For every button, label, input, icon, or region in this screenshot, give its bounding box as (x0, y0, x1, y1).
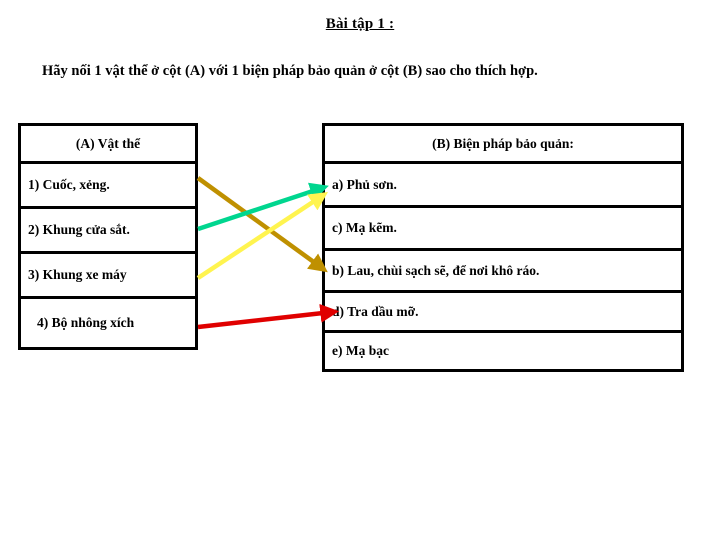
exercise-instructions: Hãy nối 1 vật thể ở cột (A) với 1 biện p… (42, 63, 538, 79)
connector-4-to-d (197, 303, 340, 330)
worksheet-canvas: Bài tập 1 : Hãy nối 1 vật thể ở cột (A) … (0, 0, 720, 540)
column-a-table: (A) Vật thể 1) Cuốc, xẻng. 2) Khung cửa … (18, 123, 198, 350)
column-b-item-e[interactable]: e) Mạ bạc (325, 333, 681, 369)
column-a-item-3[interactable]: 3) Khung xe máy (21, 254, 195, 299)
connector-1-to-b (196, 176, 328, 273)
connector-2-to-a (197, 182, 329, 232)
column-b-header: (B) Biện pháp bảo quản: (325, 126, 681, 164)
column-b-item-c[interactable]: c) Mạ kẽm. (325, 208, 681, 251)
column-b-table: (B) Biện pháp bảo quản: a) Phủ sơn. c) M… (322, 123, 684, 372)
column-b-item-b[interactable]: b) Lau, chùi sạch sẽ, để nơi khô ráo. (325, 251, 681, 293)
column-a-item-1[interactable]: 1) Cuốc, xẻng. (21, 164, 195, 209)
column-b-item-d[interactable]: d) Tra dầu mỡ. (325, 293, 681, 333)
exercise-title-text: Bài tập 1 : (325, 16, 395, 32)
column-b-item-a[interactable]: a) Phủ sơn. (325, 164, 681, 208)
column-a-item-2[interactable]: 2) Khung cửa sắt. (21, 209, 195, 254)
column-a-item-4[interactable]: 4) Bộ nhông xích (21, 299, 195, 347)
column-a-header: (A) Vật thể (21, 126, 195, 164)
connector-3-to-a (196, 192, 329, 280)
exercise-title: Bài tập 1 : (0, 16, 720, 33)
